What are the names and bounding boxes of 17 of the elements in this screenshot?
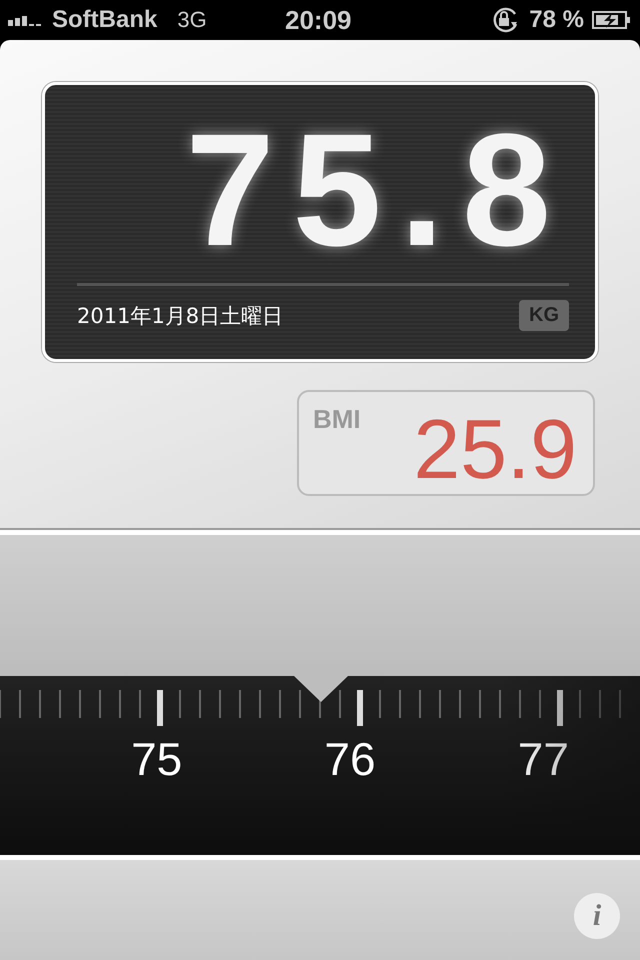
signal-icon [8,14,44,26]
pointer-icon [294,676,348,702]
ruler-label: 77 [516,732,570,786]
battery-charging-icon [592,10,632,30]
bmi-value: 25.9 [414,404,577,494]
battery-percent: 78 % [529,6,584,34]
weight-reading: 75.8 [184,105,569,275]
bmi-label: BMI [313,404,361,436]
ruler-label: 76 [323,732,377,786]
ruler-label: 75 [130,732,184,786]
unit-badge: KG [519,300,569,331]
info-button[interactable]: i [574,893,620,939]
clock-time: 20:09 [285,4,352,36]
carrier-name: SoftBank [52,6,158,34]
weight-ruler[interactable]: 75 76 77 [0,676,640,860]
date-label: 2011年1月8日土曜日 [77,302,284,330]
network-type: 3G [177,7,207,33]
